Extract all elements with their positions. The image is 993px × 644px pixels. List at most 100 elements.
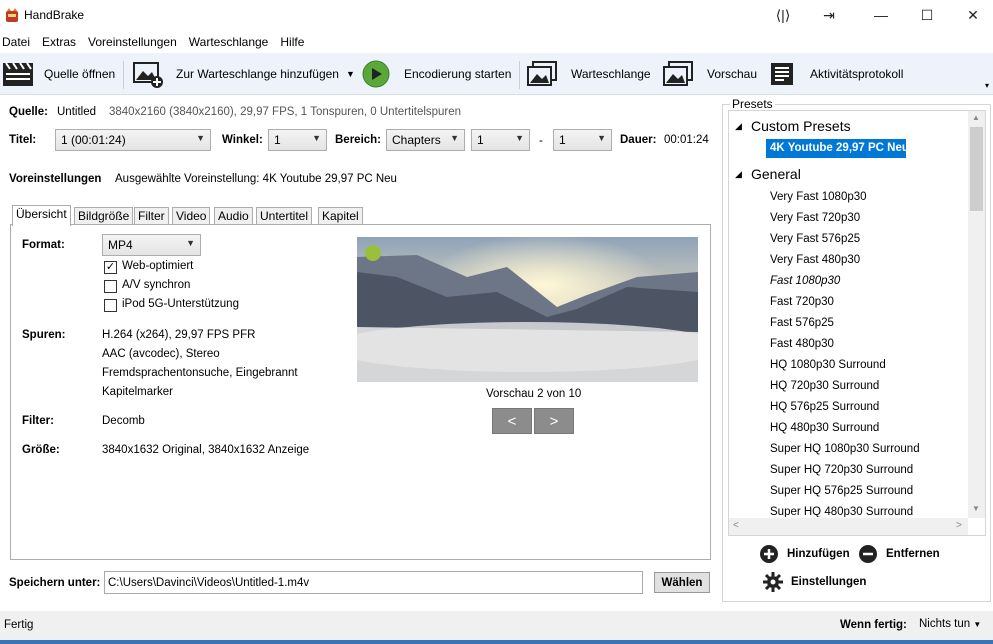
filter-value: Decomb	[102, 415, 145, 427]
preset-group-custom[interactable]: Custom Presets	[751, 118, 851, 134]
preview-caption: Vorschau 2 von 10	[486, 388, 582, 400]
preset-item[interactable]: Super HQ 576p25 Surround	[770, 485, 913, 497]
toolbar-divider	[123, 61, 124, 89]
next-preview-button[interactable]: >	[534, 408, 574, 434]
toolbar-overflow-icon[interactable]: ▾	[985, 81, 989, 90]
preset-item[interactable]: Fast 576p25	[770, 317, 834, 329]
when-done-label: Wenn fertig:	[840, 619, 907, 631]
preview-image	[357, 237, 698, 382]
handbrake-logo-icon	[6, 8, 18, 22]
gear-icon	[763, 572, 783, 592]
tab-audio[interactable]: Audio	[214, 207, 253, 225]
queue-button[interactable]: Warteschlange	[526, 53, 651, 95]
title-bar: HandBrake ⟨|⟩ ⇥ — ☐ ✕	[0, 0, 993, 30]
menu-queue[interactable]: Warteschlange	[187, 35, 275, 49]
preset-item[interactable]: Super HQ 720p30 Surround	[770, 464, 913, 476]
web-optimized-checkbox[interactable]: ✓	[104, 261, 117, 274]
menu-extras[interactable]: Extras	[40, 35, 82, 49]
preset-item[interactable]: Fast 720p30	[770, 296, 834, 308]
tracks-label: Spuren:	[22, 329, 66, 341]
activity-log-icon	[771, 63, 793, 85]
tab-video[interactable]: Video	[172, 207, 211, 225]
snap-icon[interactable]: ⟨|⟩	[760, 0, 806, 30]
tab-summary[interactable]: Übersicht	[12, 205, 71, 226]
preset-item[interactable]: Fast 1080p30	[770, 275, 840, 287]
preset-item[interactable]: Very Fast 1080p30	[770, 191, 867, 203]
maximize-button[interactable]: ☐	[904, 0, 950, 30]
add-preset-button[interactable]: Hinzufügen	[760, 544, 850, 564]
collapse-general-icon[interactable]: ◢	[735, 169, 742, 180]
range-to-select[interactable]: 1 ▼	[553, 129, 612, 151]
scrollbar-thumb[interactable]	[970, 127, 983, 211]
source-label: Quelle:	[9, 106, 48, 118]
range-type-value: Chapters	[392, 133, 441, 147]
preset-item[interactable]: Super HQ 480p30 Surround	[770, 506, 913, 517]
preset-item[interactable]: HQ 576p25 Surround	[770, 401, 879, 413]
menu-file[interactable]: Datei	[0, 35, 36, 49]
toolbar: Quelle öffnen Zur Warteschlange hinzufüg…	[0, 53, 993, 95]
preset-group-general[interactable]: General	[751, 166, 801, 182]
preset-item[interactable]: 4K Youtube 29,97 PC Neu	[770, 142, 909, 154]
preset-item[interactable]: Very Fast 576p25	[770, 233, 860, 245]
add-to-queue-label: Zur Warteschlange hinzufügen	[176, 67, 339, 81]
chevron-down-icon: ▼	[597, 133, 606, 143]
start-encode-button[interactable]: Encodierung starten	[362, 53, 511, 95]
preset-item[interactable]: HQ 480p30 Surround	[770, 422, 879, 434]
remove-preset-button[interactable]: Entfernen	[859, 544, 940, 564]
preset-item[interactable]: HQ 1080p30 Surround	[770, 359, 886, 371]
open-source-button[interactable]: Quelle öffnen	[2, 53, 115, 95]
menu-bar: Datei Extras Voreinstellungen Warteschla…	[0, 32, 993, 52]
scroll-left-icon[interactable]: <	[733, 520, 739, 531]
preset-settings-button[interactable]: Einstellungen	[763, 572, 866, 592]
scroll-down-icon[interactable]: ▼	[972, 504, 980, 513]
range-type-select[interactable]: Chapters ▼	[386, 129, 465, 151]
restore-window-icon[interactable]: ⇥	[806, 0, 852, 30]
browse-button[interactable]: Wählen	[654, 572, 710, 593]
range-from-value: 1	[477, 133, 484, 147]
preset-item[interactable]: HQ 720p30 Surround	[770, 380, 879, 392]
duration-label: Dauer:	[620, 134, 657, 146]
angle-select[interactable]: 1 ▼	[268, 129, 327, 151]
activity-log-button[interactable]: Aktivitätsprotokoll	[768, 53, 903, 95]
queue-images-icon	[527, 61, 557, 86]
scroll-right-icon[interactable]: >	[956, 520, 962, 531]
title-select[interactable]: 1 (00:01:24) ▼	[55, 129, 211, 151]
menu-presets[interactable]: Voreinstellungen	[86, 35, 183, 49]
preset-item[interactable]: Very Fast 480p30	[770, 254, 860, 266]
tab-filters[interactable]: Filter	[134, 207, 169, 225]
source-info: 3840x2160 (3840x2160), 29,97 FPS, 1 Tons…	[109, 106, 462, 118]
size-value: 3840x1632 Original, 3840x1632 Anzeige	[102, 444, 310, 456]
close-button[interactable]: ✕	[950, 0, 993, 30]
av-sync-checkbox[interactable]	[104, 280, 117, 293]
chevron-down-icon: ▼	[196, 133, 205, 143]
preset-settings-label: Einstellungen	[791, 576, 867, 588]
ipod-checkbox[interactable]	[104, 299, 117, 312]
range-from-select[interactable]: 1 ▼	[471, 129, 530, 151]
collapse-custom-presets-icon[interactable]: ◢	[735, 121, 742, 132]
title-label: Titel:	[9, 134, 37, 146]
when-done-select[interactable]: Nichts tun ▼	[919, 618, 981, 630]
menu-help[interactable]: Hilfe	[278, 35, 310, 49]
preset-item[interactable]: Fast 480p30	[770, 338, 834, 350]
vertical-scrollbar[interactable]: ▲ ▼	[968, 111, 985, 518]
format-select[interactable]: MP4 ▼	[102, 234, 201, 256]
status-text: Fertig	[4, 619, 34, 631]
save-path-input[interactable]	[104, 571, 643, 594]
add-to-queue-button[interactable]: Zur Warteschlange hinzufügen ▼	[132, 53, 355, 95]
tab-dimensions[interactable]: Bildgröße	[74, 207, 134, 225]
dropdown-arrow-icon[interactable]: ▼	[346, 69, 355, 79]
tab-subtitles[interactable]: Untertitel	[256, 207, 313, 225]
play-icon	[362, 60, 390, 88]
taskbar-edge	[0, 640, 993, 644]
chevron-down-icon: ▼	[973, 620, 982, 629]
preset-item[interactable]: Very Fast 720p30	[770, 212, 860, 224]
minimize-button[interactable]: —	[858, 0, 904, 30]
track-line: AAC (avcodec), Stereo	[102, 348, 220, 360]
scroll-up-icon[interactable]: ▲	[972, 113, 980, 122]
presets-label: Voreinstellungen	[9, 173, 102, 185]
previous-preview-button[interactable]: <	[492, 408, 532, 434]
preview-button[interactable]: Vorschau	[662, 53, 757, 95]
preset-item[interactable]: Super HQ 1080p30 Surround	[770, 443, 920, 455]
horizontal-scrollbar[interactable]: < >	[729, 518, 968, 535]
tab-chapters[interactable]: Kapitel	[318, 207, 363, 225]
